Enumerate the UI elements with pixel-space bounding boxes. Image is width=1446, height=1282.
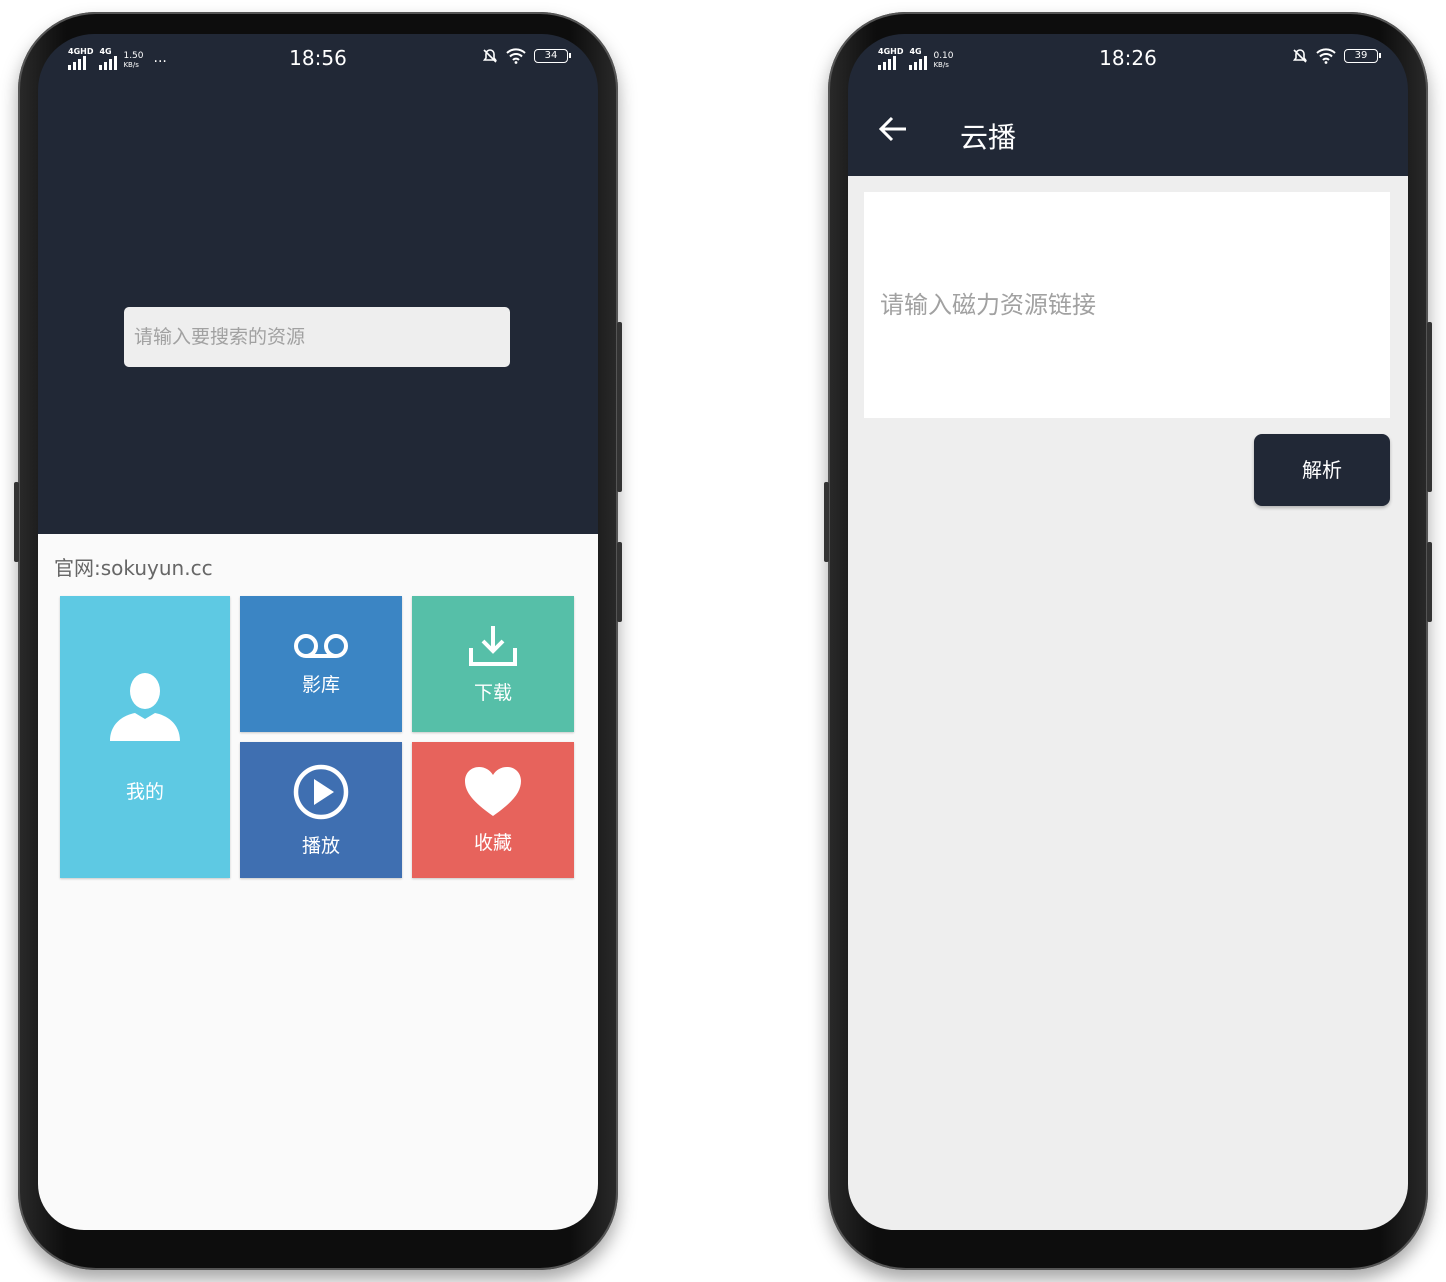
- person-icon: [110, 672, 180, 741]
- side-button: [1427, 542, 1432, 622]
- power-button: [1427, 322, 1432, 492]
- magnet-link-input[interactable]: 请输入磁力资源链接: [864, 192, 1390, 418]
- home-body: 官网:sokuyun.cc 我的 影库 下载 播放 收藏: [38, 534, 598, 1230]
- screen-cloud-play: 4GHD 4G 0.10 KB/s 18:26 39 云播 请输入磁力资源链接 …: [848, 34, 1408, 1230]
- play-icon: [293, 764, 349, 819]
- tile-label: 播放: [301, 834, 340, 857]
- tile-library[interactable]: 影库: [240, 596, 402, 732]
- power-button: [617, 322, 622, 492]
- wifi-icon: [1316, 48, 1336, 64]
- voicemail-icon: [294, 633, 348, 658]
- wifi-icon: [506, 48, 526, 64]
- cloud-play-body: 请输入磁力资源链接 解析: [848, 176, 1408, 1230]
- parse-button[interactable]: 解析: [1254, 434, 1390, 506]
- website-text: 官网:sokuyun.cc: [54, 556, 213, 580]
- back-button[interactable]: [878, 116, 908, 148]
- tile-label: 影库: [301, 673, 340, 696]
- bell-off-icon: [482, 49, 498, 63]
- screen-home: 4GHD 4G 1.50 KB/s ··· 18:56 34 请输入要搜索的资源…: [38, 34, 598, 1230]
- battery-icon: 34: [534, 49, 571, 63]
- status-right-icons: 39: [1292, 48, 1381, 64]
- page-title: 云播: [960, 121, 1017, 154]
- status-right-icons: 34: [482, 48, 571, 64]
- download-icon: [469, 625, 517, 666]
- hero-header: 4GHD 4G 1.50 KB/s ··· 18:56 34 请输入要搜索的资源: [38, 34, 598, 534]
- side-button: [617, 542, 622, 622]
- battery-icon: 39: [1344, 49, 1381, 63]
- tile-download[interactable]: 下载: [412, 596, 574, 732]
- tile-label: 下载: [473, 681, 512, 704]
- status-bar: 4GHD 4G 0.10 KB/s 18:26 39: [848, 34, 1408, 82]
- search-input[interactable]: 请输入要搜索的资源: [124, 307, 510, 367]
- phone-frame-left: 4GHD 4G 1.50 KB/s ··· 18:56 34 请输入要搜索的资源…: [14, 12, 622, 1270]
- status-bar: 4GHD 4G 1.50 KB/s ··· 18:56 34: [38, 34, 598, 82]
- volume-button: [824, 482, 829, 562]
- app-bar: 4GHD 4G 0.10 KB/s 18:26 39 云播: [848, 34, 1408, 176]
- tile-favorites[interactable]: 收藏: [412, 742, 574, 878]
- tile-mine[interactable]: 我的: [60, 596, 230, 878]
- tile-label: 我的: [125, 780, 164, 803]
- heart-icon: [465, 766, 521, 816]
- volume-button: [14, 482, 19, 562]
- bell-off-icon: [1292, 49, 1308, 63]
- tile-play[interactable]: 播放: [240, 742, 402, 878]
- arrow-left-icon: [878, 116, 906, 142]
- tile-label: 收藏: [473, 831, 512, 854]
- phone-frame-right: 4GHD 4G 0.10 KB/s 18:26 39 云播 请输入磁力资源链接 …: [824, 12, 1432, 1270]
